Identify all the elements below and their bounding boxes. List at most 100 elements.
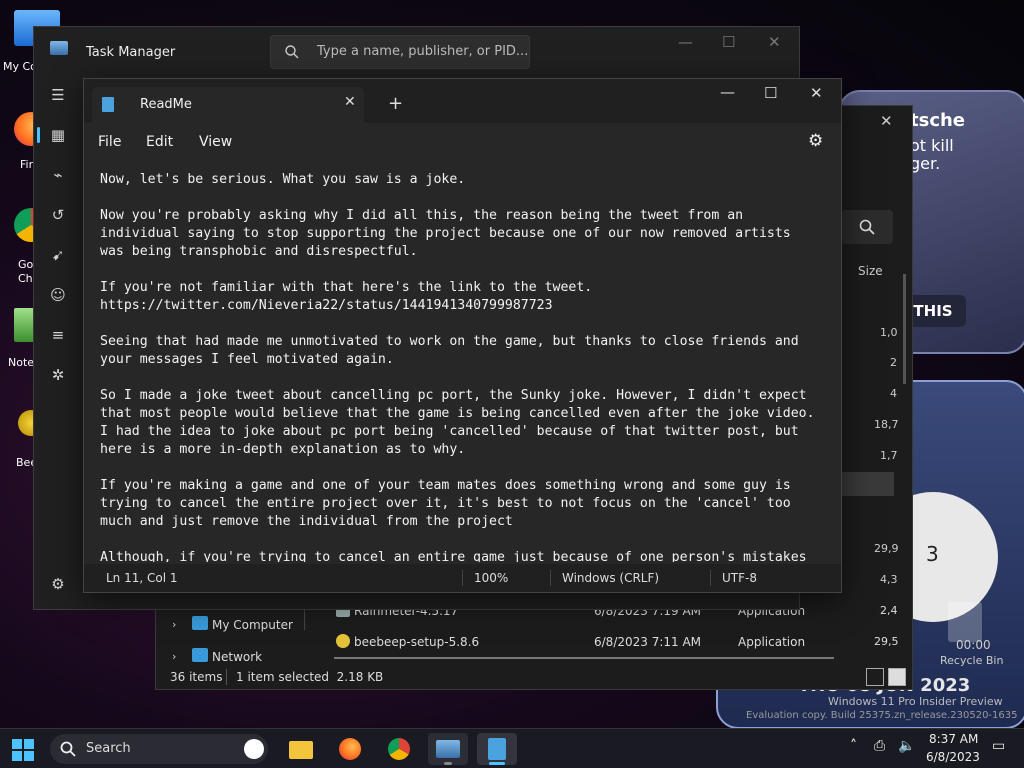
tab-readme[interactable]: ReadMe ✕ <box>92 87 364 123</box>
search-icon <box>60 741 76 757</box>
status-bar: Ln 11, Col 1 100% Windows (CRLF) UTF-8 <box>84 564 841 592</box>
clock-time[interactable]: 8:37 AM <box>929 732 978 746</box>
divider <box>462 570 463 586</box>
taskbar-search[interactable]: Search <box>50 734 268 764</box>
taskbar-notepad[interactable] <box>477 733 517 765</box>
recycle-bin-icon[interactable] <box>948 602 982 642</box>
notepad-file-icon <box>102 97 114 112</box>
status-selected: 1 item selected 2.18 KB <box>236 670 384 684</box>
windows-logo-icon <box>24 751 34 761</box>
settings-gear-icon[interactable]: ⚙ <box>48 574 68 594</box>
folder-icon <box>289 741 313 759</box>
close-icon: ✕ <box>880 112 893 130</box>
details-view-icon[interactable] <box>866 668 884 686</box>
size-cell: 18,7 <box>874 418 899 431</box>
taskbar-task-manager[interactable] <box>428 733 468 765</box>
app-history-icon[interactable]: ↺ <box>48 205 68 225</box>
volume-icon[interactable]: 🔈 <box>898 738 915 754</box>
tiles-view-icon[interactable] <box>888 668 906 686</box>
nav-item-network[interactable]: Network <box>212 650 262 664</box>
file-row[interactable]: beebeep-setup-5.8.6 6/8/2023 7:11 AM App… <box>332 631 899 657</box>
explorer-scrollbar[interactable] <box>903 274 906 384</box>
file-size: 2,4 <box>880 604 898 617</box>
chrome-icon <box>388 738 410 760</box>
explorer-close-button[interactable]: ✕ <box>856 106 912 136</box>
active-indicator <box>37 127 40 143</box>
file-type: Application <box>738 635 806 649</box>
start-button[interactable] <box>12 739 34 761</box>
text-editor[interactable]: Now, let's be serious. What you saw is a… <box>100 171 825 562</box>
horizontal-scrollbar[interactable] <box>334 657 834 659</box>
file-date: 6/8/2023 7:11 AM <box>594 635 702 649</box>
divider <box>710 570 711 586</box>
processes-icon[interactable]: ▦ <box>48 125 68 145</box>
line-ending: Windows (CRLF) <box>562 571 660 585</box>
users-icon[interactable]: ☺ <box>48 285 68 305</box>
taskbar-firefox[interactable] <box>330 733 370 765</box>
nav-item-my-computer[interactable]: My Computer <box>212 618 293 632</box>
desktop-icon-label: Fir <box>20 158 34 171</box>
details-icon[interactable]: ≡ <box>48 325 68 345</box>
file-size: 29,5 <box>874 635 899 648</box>
divider <box>226 669 227 685</box>
notepad-icon <box>488 738 506 760</box>
widget-text: ger. <box>910 154 941 173</box>
size-cell: 1,0 <box>880 326 898 339</box>
minimize-button[interactable]: — <box>720 83 735 101</box>
task-manager-icon <box>436 740 460 758</box>
size-cell: 2 <box>890 356 897 369</box>
size-column-header[interactable]: Size <box>858 264 883 278</box>
hamburger-menu-icon[interactable]: ☰ <box>48 85 68 105</box>
windows-logo-icon <box>12 751 22 761</box>
explorer-search-button[interactable] <box>841 210 893 244</box>
recycle-bin-label: Recycle Bin <box>940 654 1004 667</box>
file-name: beebeep-setup-5.8.6 <box>354 635 480 649</box>
divider <box>550 570 551 586</box>
cursor-position: Ln 11, Col 1 <box>106 571 178 585</box>
taskbar: Search ˄ ⎙ 🔈 8:37 AM 6/8/2023 ▭ <box>0 728 1024 768</box>
bee-icon <box>336 634 350 648</box>
clock-time: 00:00 <box>956 638 991 652</box>
settings-gear-icon[interactable]: ⚙ <box>808 131 823 151</box>
menu-file[interactable]: File <box>98 134 121 150</box>
tab-bar: ReadMe ✕ + — ☐ ✕ <box>84 79 841 123</box>
taskbar-file-explorer[interactable] <box>281 733 321 765</box>
menu-bar: File Edit View ⚙ <box>84 123 841 163</box>
size-cell: 4,3 <box>880 573 898 586</box>
process-search-input[interactable]: Type a name, publisher, or PID... <box>270 35 530 69</box>
chevron-right-icon[interactable]: › <box>172 618 176 631</box>
active-indicator <box>489 762 505 765</box>
chevron-up-icon[interactable]: ˄ <box>850 738 857 754</box>
performance-icon[interactable]: ⌁ <box>48 165 68 185</box>
maximize-button[interactable]: ☐ <box>722 33 735 51</box>
windows-logo-icon <box>12 739 22 749</box>
notepad-window: ReadMe ✕ + — ☐ ✕ File Edit View ⚙ Now, l… <box>83 78 842 593</box>
services-icon[interactable]: ✲ <box>48 365 68 385</box>
maximize-button[interactable]: ☐ <box>764 84 777 102</box>
menu-view[interactable]: View <box>199 134 232 150</box>
startup-apps-icon[interactable]: ➹ <box>48 245 68 265</box>
computer-icon <box>192 616 208 630</box>
task-manager-sidebar: ☰ ▦ ⌁ ↺ ➹ ☺ ≡ ✲ ⚙ <box>34 77 84 609</box>
close-tab-icon[interactable]: ✕ <box>344 94 356 110</box>
windows-logo-icon <box>24 739 34 749</box>
running-indicator <box>444 762 452 765</box>
clock-date[interactable]: 6/8/2023 <box>926 750 980 764</box>
explorer-status-bar: 36 items 1 item selected 2.18 KB <box>156 666 912 689</box>
taskbar-chrome[interactable] <box>379 733 419 765</box>
minimize-button[interactable]: — <box>678 33 693 51</box>
widget-text: ot kill <box>910 136 954 155</box>
new-tab-icon[interactable]: + <box>388 93 403 114</box>
notifications-icon[interactable]: ▭ <box>992 738 1005 754</box>
zoom-level: 100% <box>474 571 509 585</box>
tab-title: ReadMe <box>140 97 192 112</box>
close-button[interactable]: ✕ <box>768 33 781 51</box>
bing-icon[interactable] <box>244 739 264 759</box>
search-icon <box>285 45 299 59</box>
close-button[interactable]: ✕ <box>810 84 823 102</box>
network-icon[interactable]: ⎙ <box>874 738 885 754</box>
watermark-line-2: Evaluation copy. Build 25375.zn_release.… <box>746 710 1018 721</box>
menu-edit[interactable]: Edit <box>146 134 173 150</box>
desktop-icon-label: My Co <box>3 60 37 73</box>
chevron-right-icon[interactable]: › <box>172 650 176 663</box>
